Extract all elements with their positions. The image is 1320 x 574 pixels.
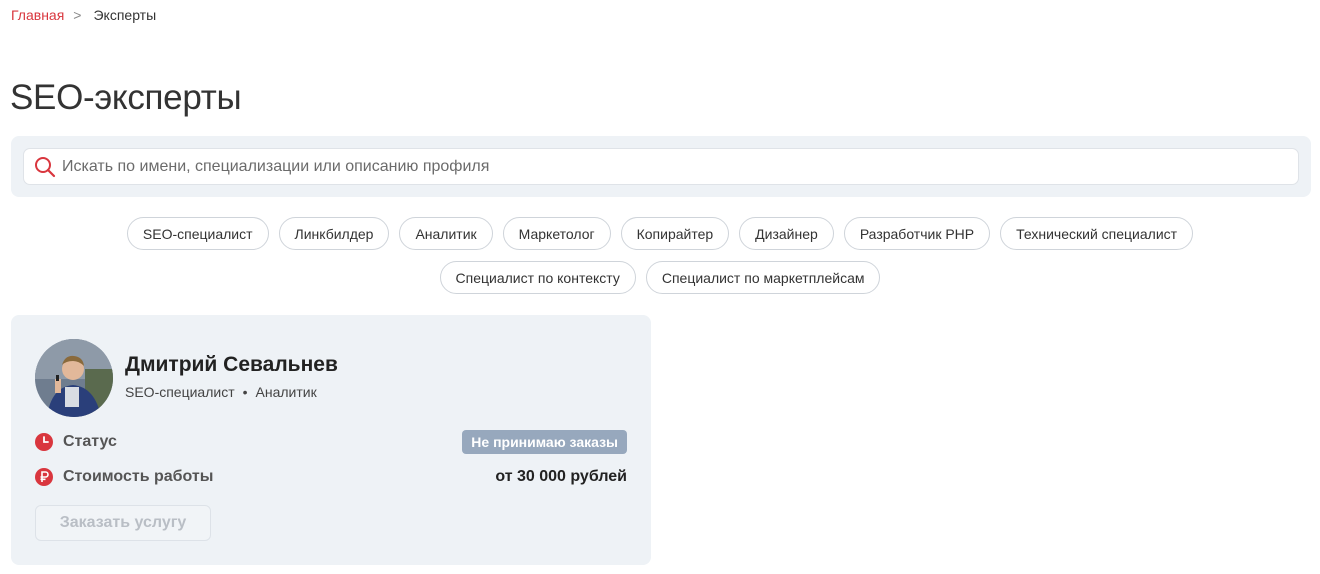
ruble-icon [35,468,53,486]
filter-chip-seo[interactable]: SEO-специалист [126,217,269,250]
filter-chip-context[interactable]: Специалист по контексту [439,261,636,294]
search-icon [34,156,56,178]
price-label: Стоимость работы [63,468,214,485]
status-badge: Не принимаю заказы [462,430,627,454]
price-row: Стоимость работы от 30 000 рублей [35,464,627,490]
role-separator: • [242,384,248,400]
search-box[interactable] [23,148,1299,185]
filter-chips: SEO-специалист Линкбилдер Аналитик Марке… [0,217,1320,294]
expert-name[interactable]: Дмитрий Севальнев [125,353,338,377]
filter-chip-marketplaces[interactable]: Специалист по маркетплейсам [645,261,881,294]
status-row: Статус Не принимаю заказы [35,429,627,455]
breadcrumb-separator: > [73,7,82,23]
page-title: SEO-эксперты [10,78,242,117]
filter-chip-analyst[interactable]: Аналитик [399,217,493,250]
clock-icon [35,433,53,451]
avatar[interactable] [35,339,113,417]
breadcrumb: Главная > Эксперты [11,7,156,23]
search-panel [11,136,1311,197]
filter-chip-marketer[interactable]: Маркетолог [502,217,611,250]
role-label: SEO-специалист [125,384,235,400]
filter-chip-designer[interactable]: Дизайнер [739,217,834,250]
status-label: Статус [63,433,117,450]
order-service-button[interactable]: Заказать услугу [35,505,211,541]
expert-roles: SEO-специалист • Аналитик [125,384,317,400]
role-label: Аналитик [255,384,317,400]
filter-chip-linkbuilder[interactable]: Линкбилдер [278,217,390,250]
filter-chip-copywriter[interactable]: Копирайтер [620,217,730,250]
filter-chip-php-developer[interactable]: Разработчик PHP [843,217,991,250]
filter-chip-technical[interactable]: Технический специалист [1000,217,1194,250]
expert-card: Дмитрий Севальнев SEO-специалист • Аналити… [11,315,651,565]
price-value: от 30 000 рублей [495,468,627,485]
breadcrumb-current: Эксперты [93,7,157,23]
search-input[interactable] [62,157,1298,176]
breadcrumb-home-link[interactable]: Главная [11,7,64,23]
